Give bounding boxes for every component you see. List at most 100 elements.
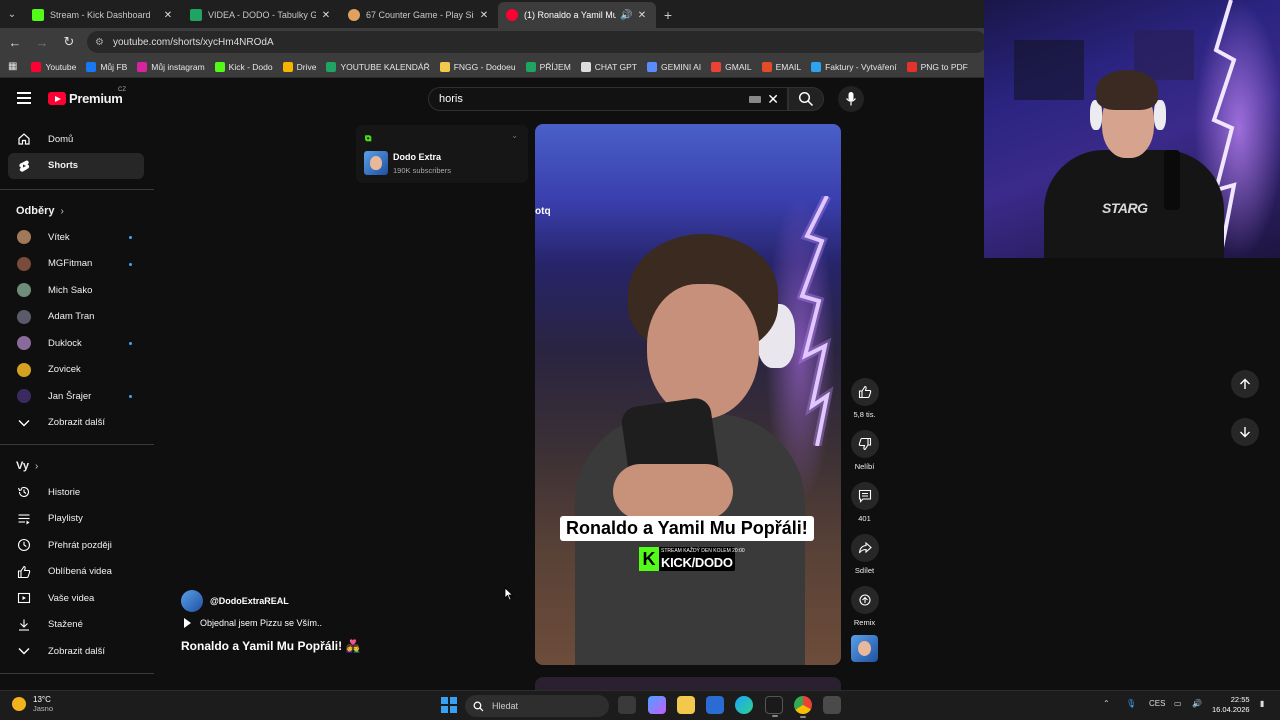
you-show-more[interactable]: Zobrazit další [0,638,154,665]
share-button[interactable] [850,534,879,562]
speaker-icon[interactable]: 🔊 [620,10,632,21]
copilot-icon[interactable] [648,696,666,714]
search-button[interactable] [788,87,824,111]
short-video-player[interactable]: otq Ronaldo a Yamil Mu Popřáli! K STREAM… [535,124,841,665]
subscriptions-show-more[interactable]: Zobrazit další [0,410,154,437]
sidebar-item-your-videos[interactable]: Vaše videa [0,585,154,612]
sound-avatar[interactable] [851,635,878,662]
bookmark-item[interactable]: PŘÍJEM [525,61,571,72]
sidebar-subscription[interactable]: Vítek [0,224,154,251]
remix-action[interactable]: Remix [849,586,880,627]
weather-widget[interactable]: 13°C Jasno [12,695,53,713]
bookmark-item[interactable]: Kick - Dodo [214,61,273,72]
sidebar-subscription[interactable]: Mich Sako [0,277,154,304]
next-short-preview[interactable] [535,677,841,691]
screen: ⌄ Stream - Kick Dashboard ✕ VIDEA - DODO… [0,0,1280,720]
windows-start-icon[interactable] [441,697,457,713]
sidebar-subscription[interactable]: MGFitman [0,251,154,278]
sound-link[interactable]: Objednal jsem Pizzu se Vším.. [184,618,322,628]
taskbar-search[interactable]: Hledat [465,695,609,717]
youtube-premium-logo[interactable]: Premium CZ [48,87,126,106]
comments-button[interactable] [850,482,879,510]
tab-2[interactable]: VIDEA - DODO - Tabulky Googl ✕ [182,2,340,28]
dislike-button[interactable] [850,430,879,458]
bookmark-item[interactable]: Můj instagram [137,61,205,72]
close-tab-icon[interactable]: ✕ [636,10,648,21]
sidebar-subscription[interactable]: Adam Tran [0,304,154,331]
edge-icon[interactable] [735,696,753,714]
channel-card[interactable]: ⧉ ⌄ Dodo Extra 190K subscribers [356,125,528,183]
like-action[interactable]: 5,8 tis. [849,378,880,419]
sidebar-subscription[interactable]: Jan Šrajer [0,383,154,410]
bookmark-item[interactable]: Faktury - Vytváření [811,61,897,72]
dislike-action[interactable]: Nelíbí [849,430,880,471]
sidebar-subscription[interactable]: Zovicek [0,357,154,384]
bookmark-item[interactable]: FNGG - Dodoeu [439,61,516,72]
terminal-icon[interactable] [765,696,783,717]
language-indicator[interactable]: CES [1149,699,1165,708]
store-icon[interactable] [706,696,724,714]
share-action[interactable]: Sdílet [849,534,880,575]
chrome-icon[interactable] [794,696,812,718]
sidebar-subscription[interactable]: Duklock [0,330,154,357]
sidebar-item-label: MGFitman [48,258,93,270]
address-bar[interactable]: ⚙ youtube.com/shorts/xycHm4NROdA [87,31,987,53]
tab-active-youtube[interactable]: (1) Ronaldo a Yamil Mu Popř 🔊 ✕ [498,2,656,28]
menu-icon[interactable] [17,92,31,104]
new-tab-button[interactable]: + [656,2,680,28]
bookmark-item[interactable]: YOUTUBE KALENDÁŘ [326,61,430,72]
taskbar-clock[interactable]: 22:55 16.04.2026 [1212,695,1250,715]
sidebar-item-label: Shorts [48,160,79,172]
clear-search-icon[interactable]: ✕ [767,91,779,108]
site-info-icon[interactable]: ⚙ [95,37,107,48]
you-heading[interactable]: Vy › [0,453,154,479]
tab-search-icon[interactable]: ⌄ [0,0,24,28]
search-input[interactable]: horis ✕ [428,87,788,111]
author-handle[interactable]: @DodoExtraREAL [210,596,289,606]
bookmark-item[interactable]: EMAIL [761,61,801,72]
comments-action[interactable]: 401 [849,482,880,523]
bookmark-item[interactable]: GMAIL [711,61,752,72]
sidebar-item-shorts[interactable]: Shorts [8,152,144,179]
tab-3[interactable]: 67 Counter Game - Play Six Sev ✕ [340,2,498,28]
task-view-icon[interactable] [618,696,636,714]
sidebar-item-playlists[interactable]: Playlisty [0,506,154,533]
short-title[interactable]: Ronaldo a Yamil Mu Popřáli! 👩‍❤️‍👨 [181,639,360,653]
close-tab-icon[interactable]: ✕ [320,10,332,21]
bookmark-item[interactable]: PNG to PDF [906,61,968,72]
bookmark-item[interactable]: Youtube [31,61,76,72]
tab-1[interactable]: Stream - Kick Dashboard ✕ [24,2,182,28]
bookmark-item[interactable]: Drive [282,61,316,72]
short-author[interactable]: @DodoExtraREAL [181,590,289,612]
apps-icon[interactable]: ▦ [8,61,17,72]
file-explorer-icon[interactable] [677,696,695,714]
previous-short-button[interactable] [1231,370,1259,398]
notifications-icon[interactable]: ▮ [1260,699,1264,708]
calculator-icon[interactable] [823,696,841,714]
remix-button[interactable] [850,586,879,614]
sidebar-item-downloads[interactable]: Stažené [0,612,154,639]
mic-tray-icon[interactable]: 🎙 [1126,699,1136,708]
network-icon[interactable]: ▭ [1174,699,1182,708]
like-button[interactable] [850,378,879,406]
reload-button[interactable]: ↻ [57,30,81,54]
sidebar-item-watch-later[interactable]: Přehrát později [0,532,154,559]
back-button[interactable]: ← [3,30,27,54]
tray-chevron-icon[interactable]: ⌃ [1103,699,1110,708]
chevron-down-icon[interactable]: ⌄ [511,131,518,140]
voice-search-button[interactable] [838,86,864,112]
close-tab-icon[interactable]: ✕ [478,10,490,21]
sidebar-item-liked-videos[interactable]: Oblíbená videa [0,559,154,586]
bookmark-item[interactable]: Můj FB [86,61,127,72]
forward-button[interactable]: → [30,30,54,54]
subscriptions-heading[interactable]: Odběry › [0,198,154,224]
volume-icon[interactable]: 🔊 [1192,699,1202,708]
bookmark-item[interactable]: GEMINI AI [646,61,701,72]
keyboard-icon[interactable] [749,96,761,103]
close-tab-icon[interactable]: ✕ [162,10,174,21]
bookmark-item[interactable]: CHAT GPT [580,61,637,72]
sidebar-item-history[interactable]: Historie [0,479,154,506]
author-avatar[interactable] [181,590,203,612]
next-short-button[interactable] [1231,418,1259,446]
sidebar-item-home[interactable]: Domů [0,126,154,153]
